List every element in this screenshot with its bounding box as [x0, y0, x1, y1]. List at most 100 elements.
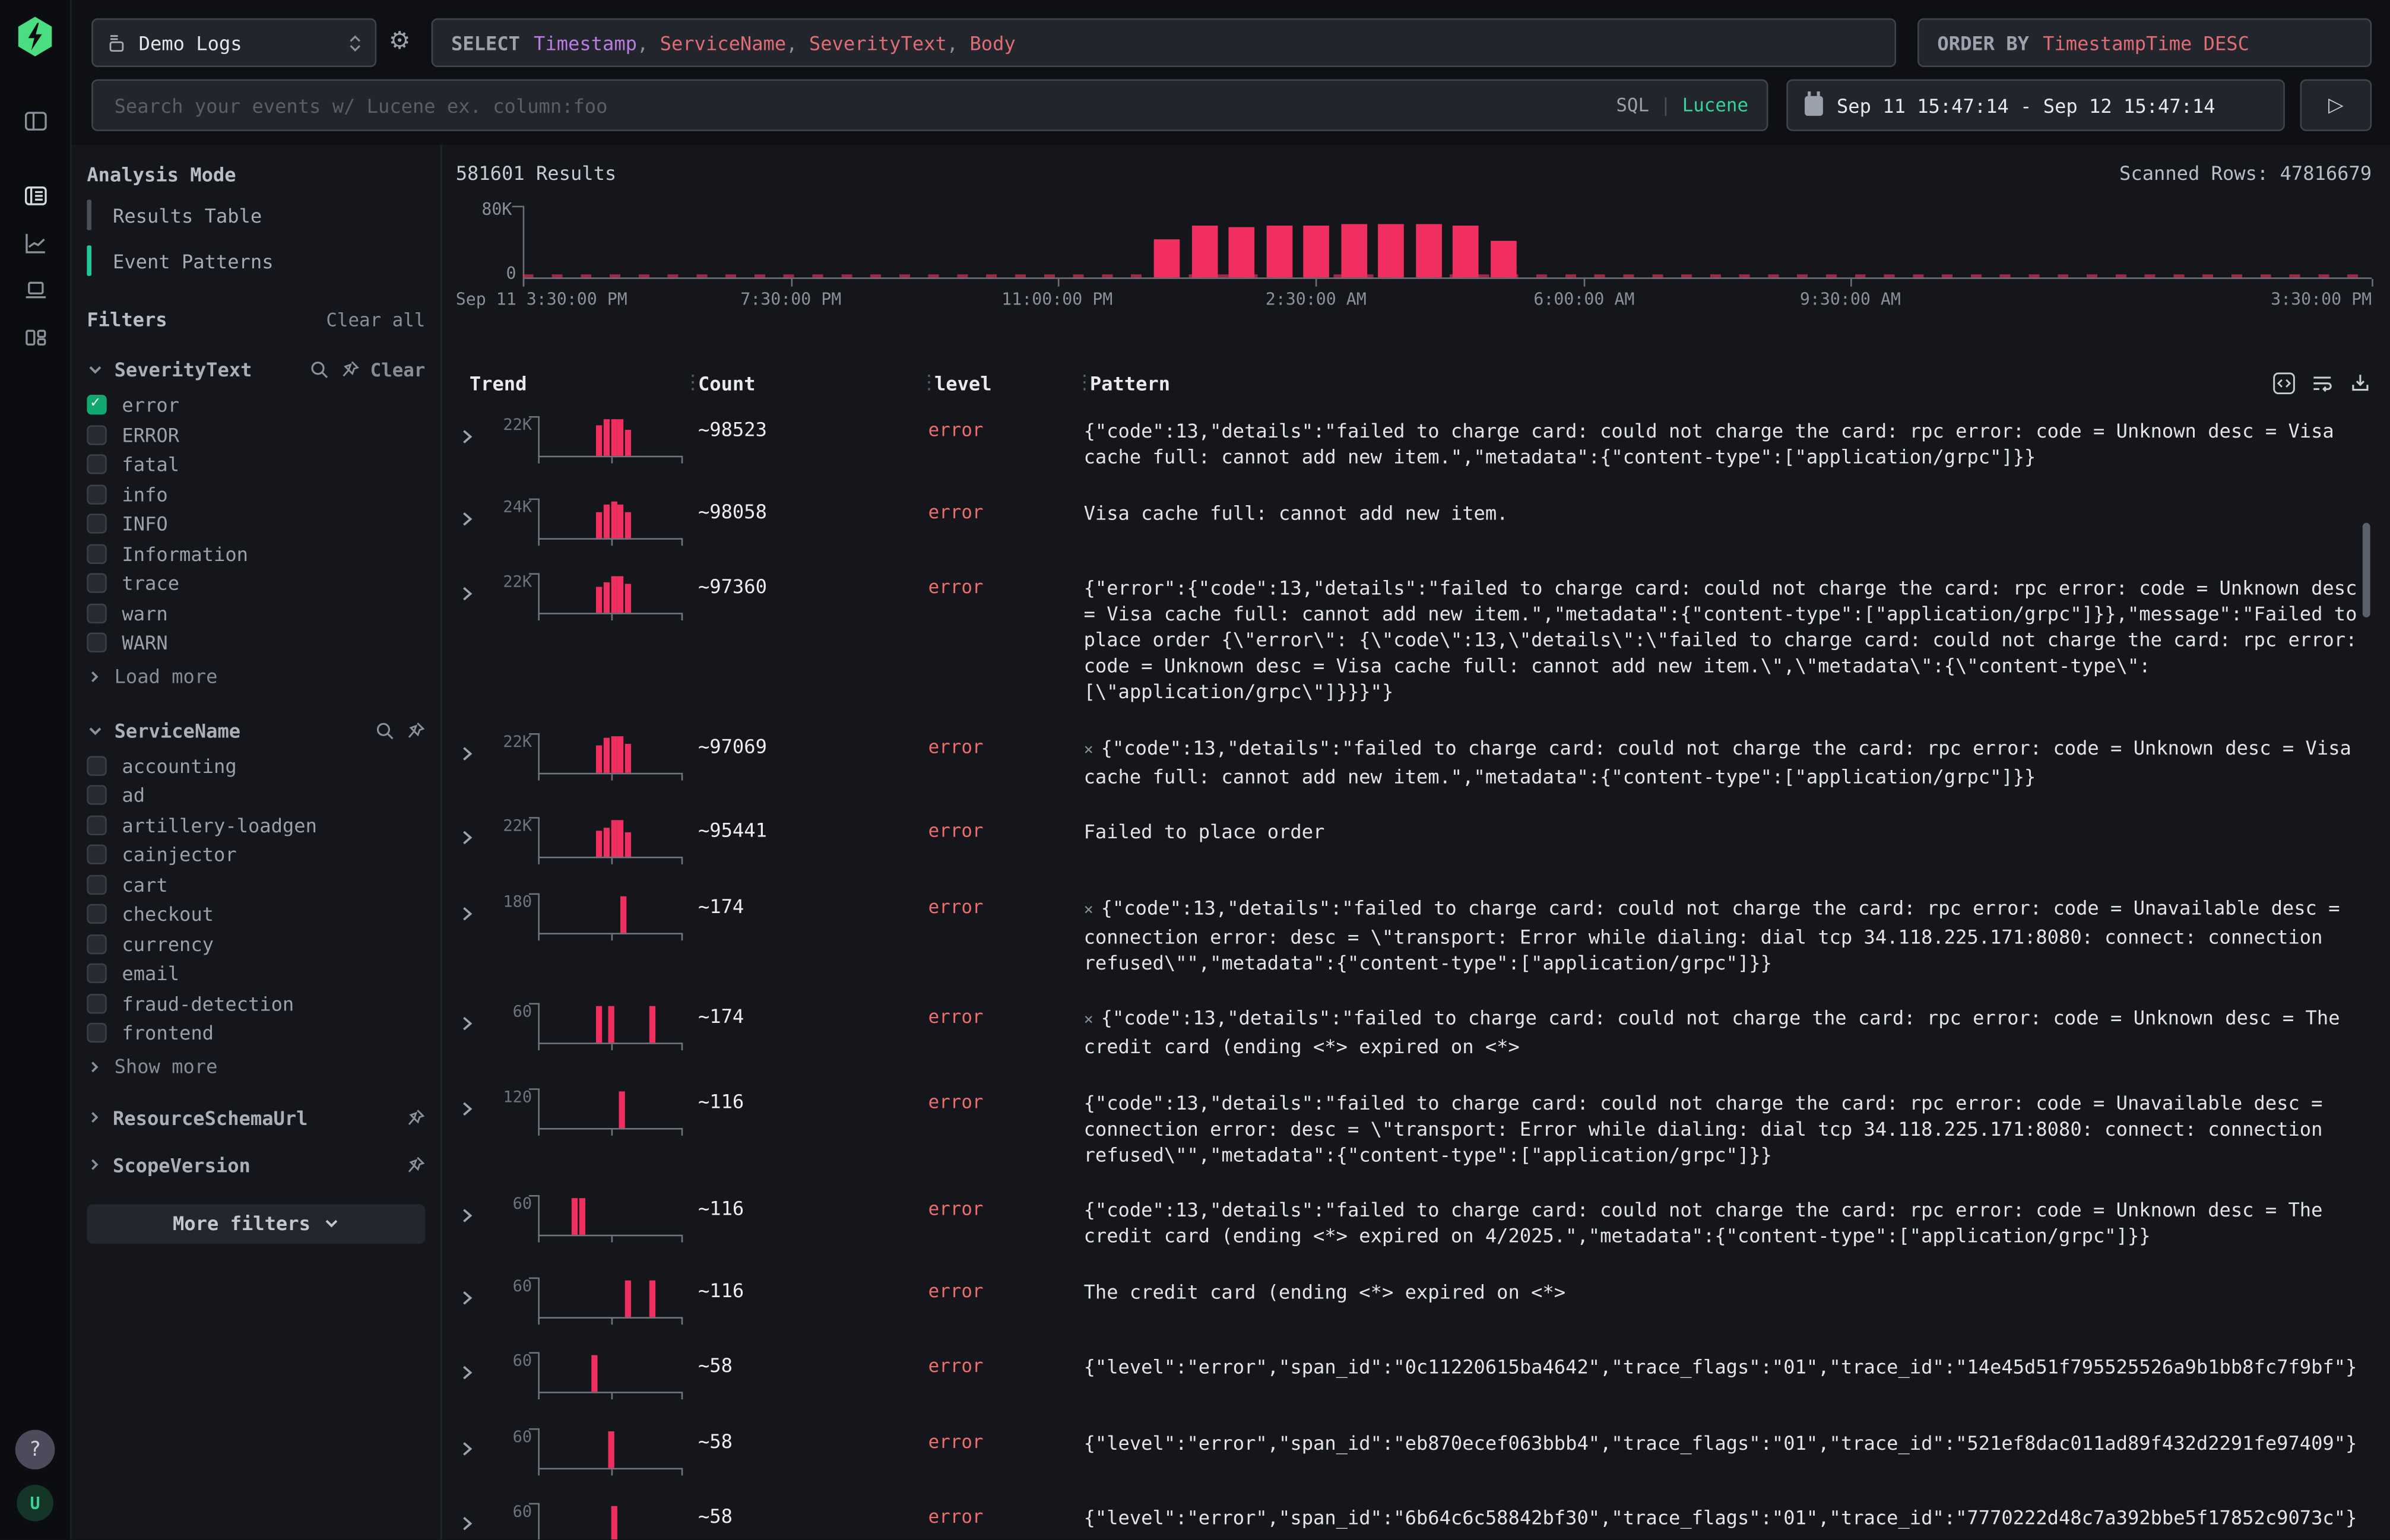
row-pattern[interactable]: {"code":13,"details":"failed to charge c…	[1084, 1082, 2372, 1167]
run-query-button[interactable]: ▷	[2300, 80, 2372, 131]
pin-icon[interactable]	[405, 720, 425, 740]
row-pattern[interactable]: {"level":"error","span_id":"6b64c6c58842…	[1084, 1497, 2372, 1539]
chart-icon[interactable]	[22, 230, 48, 256]
row-expand-icon[interactable]	[456, 567, 486, 704]
hyperdx-logo-icon[interactable]	[15, 15, 55, 64]
row-pattern[interactable]: ×{"code":13,"details":"failed to charge …	[1084, 726, 2372, 788]
checkbox[interactable]	[87, 1024, 106, 1043]
histogram-bar[interactable]	[1378, 224, 1404, 277]
clear-all-button[interactable]: Clear all	[326, 309, 425, 330]
histogram-bar[interactable]	[1266, 226, 1292, 277]
filter-group-scopeversion[interactable]: ScopeVersion	[87, 1153, 425, 1176]
col-count[interactable]: Count	[698, 371, 919, 394]
filter-option[interactable]: Information	[87, 539, 425, 569]
row-pattern[interactable]: {"code":13,"details":"failed to charge c…	[1084, 410, 2372, 470]
filter-option[interactable]: checkout	[87, 899, 425, 929]
row-expand-icon[interactable]	[456, 1082, 486, 1167]
filter-group-severitytext[interactable]: SeverityText Clear	[87, 358, 425, 381]
row-pattern[interactable]: Failed to place order	[1084, 811, 2372, 864]
mode-event-patterns[interactable]: Event Patterns	[87, 244, 425, 277]
col-trend[interactable]: Trend	[456, 371, 683, 394]
search-icon[interactable]	[309, 360, 329, 379]
panel-toggle-icon[interactable]	[22, 108, 48, 134]
search-input[interactable]	[111, 92, 1616, 118]
column-drag-icon[interactable]: ⋮	[1074, 371, 1090, 394]
table-row[interactable]: 60~58error{"level":"error","span_id":"0c…	[456, 1335, 2372, 1411]
table-row[interactable]: 60~116errorThe credit card (ending <*> e…	[456, 1260, 2372, 1335]
filter-option[interactable]: fraud-detection	[87, 988, 425, 1018]
checkbox[interactable]	[87, 484, 106, 504]
row-pattern[interactable]: ×{"code":13,"details":"failed to charge …	[1084, 886, 2372, 975]
table-row[interactable]: 22K~97069error×{"code":13,"details":"fai…	[456, 715, 2372, 800]
row-expand-icon[interactable]	[456, 1189, 486, 1249]
row-expand-icon[interactable]	[456, 726, 486, 788]
column-drag-icon[interactable]: ⋮	[683, 371, 698, 394]
histogram-bar[interactable]	[1191, 226, 1218, 277]
clear-group-button[interactable]: Clear	[370, 359, 426, 381]
filter-option[interactable]: email	[87, 959, 425, 988]
checkbox[interactable]	[87, 395, 106, 415]
checkbox[interactable]	[87, 514, 106, 534]
filter-option[interactable]: ERROR	[87, 420, 425, 449]
row-expand-icon[interactable]	[456, 1421, 486, 1475]
filter-option[interactable]: WARN	[87, 628, 425, 658]
row-pattern[interactable]: {"error":{"code":13,"details":"failed to…	[1084, 567, 2372, 704]
checkbox[interactable]	[87, 993, 106, 1013]
filter-option[interactable]: accounting	[87, 751, 425, 781]
table-row[interactable]: 22K~97360error{"error":{"code":13,"detai…	[456, 556, 2372, 715]
row-pattern[interactable]: Visa cache full: cannot add new item.	[1084, 492, 2372, 545]
row-expand-icon[interactable]	[456, 886, 486, 975]
checkbox[interactable]	[87, 756, 106, 775]
checkbox[interactable]	[87, 785, 106, 805]
filter-option[interactable]: warn	[87, 598, 425, 628]
search-icon[interactable]	[375, 720, 395, 740]
pin-icon[interactable]	[405, 1107, 425, 1127]
checkbox[interactable]	[87, 815, 106, 835]
row-pattern[interactable]: {"level":"error","span_id":"eb870ecef063…	[1084, 1421, 2372, 1475]
table-row[interactable]: 60~116error{"code":13,"details":"failed …	[456, 1178, 2372, 1260]
filter-option[interactable]: INFO	[87, 509, 425, 539]
table-row[interactable]: 60~58error{"level":"error","span_id":"eb…	[456, 1411, 2372, 1486]
histogram-bar[interactable]	[1341, 224, 1367, 277]
time-range-picker[interactable]: Sep 11 15:47:14 - Sep 12 15:47:14	[1786, 80, 2285, 131]
histogram-bar[interactable]	[1453, 226, 1479, 277]
histogram-bar[interactable]	[1229, 227, 1255, 278]
source-select[interactable]: Demo Logs	[91, 18, 376, 67]
checkbox[interactable]	[87, 874, 106, 894]
histogram-bar[interactable]	[1490, 241, 1516, 278]
table-row[interactable]: 180~174error×{"code":13,"details":"faile…	[456, 876, 2372, 986]
table-row[interactable]: 60~58error{"level":"error","span_id":"6b…	[456, 1486, 2372, 1539]
filter-option[interactable]: trace	[87, 569, 425, 598]
checkbox[interactable]	[87, 603, 106, 623]
filter-option[interactable]: currency	[87, 929, 425, 959]
table-row[interactable]: 22K~98523error{"code":13,"details":"fail…	[456, 400, 2372, 481]
checkbox[interactable]	[87, 845, 106, 864]
filter-option[interactable]: cart	[87, 870, 425, 899]
code-icon[interactable]	[2272, 371, 2296, 394]
checkbox[interactable]	[87, 934, 106, 953]
checkbox[interactable]	[87, 633, 106, 652]
checkbox[interactable]	[87, 544, 106, 563]
row-expand-icon[interactable]	[456, 997, 486, 1059]
select-query-input[interactable]: SELECT Timestamp, ServiceName, SeverityT…	[432, 18, 1896, 67]
checkbox[interactable]	[87, 964, 106, 983]
row-expand-icon[interactable]	[456, 410, 486, 470]
download-icon[interactable]	[2349, 371, 2372, 394]
col-pattern[interactable]: Pattern	[1090, 371, 2272, 394]
filter-option[interactable]: frontend	[87, 1018, 425, 1048]
sql-mode-button[interactable]: SQL	[1616, 94, 1649, 116]
histogram-bar[interactable]	[1154, 239, 1180, 277]
row-pattern[interactable]: {"level":"error","span_id":"0c11220615ba…	[1084, 1346, 2372, 1399]
column-drag-icon[interactable]: ⋮	[919, 371, 934, 394]
results-histogram[interactable]	[523, 206, 2372, 279]
sessions-icon[interactable]	[22, 277, 48, 303]
filter-group-servicename[interactable]: ServiceName	[87, 719, 425, 742]
filter-option[interactable]: error	[87, 390, 425, 420]
row-expand-icon[interactable]	[456, 811, 486, 864]
histogram-bar[interactable]	[1415, 224, 1441, 277]
row-pattern[interactable]: ×{"code":13,"details":"failed to charge …	[1084, 997, 2372, 1059]
checkbox[interactable]	[87, 904, 106, 924]
table-row[interactable]: 120~116error{"code":13,"details":"failed…	[456, 1071, 2372, 1178]
checkbox[interactable]	[87, 425, 106, 445]
mode-results-table[interactable]: Results Table	[87, 198, 425, 232]
